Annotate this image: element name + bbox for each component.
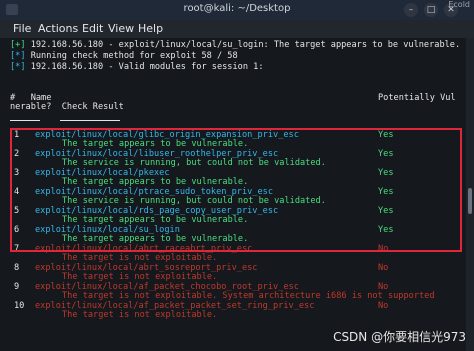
maximize-button[interactable]: □ <box>424 3 438 17</box>
check-result-detail: The target is not exploitable. System ar… <box>62 291 435 301</box>
header-underline <box>10 120 40 121</box>
minimize-button[interactable]: – <box>404 3 418 17</box>
check-result-detail: The target is not exploitable. <box>62 253 218 263</box>
header-underline <box>60 120 120 121</box>
check-result-detail: The target is not exploitable. <box>62 272 218 282</box>
scrollbar[interactable] <box>466 38 474 351</box>
window-titlebar: root@kali: ~/Desktop – □ ✕ Ecold <box>0 0 474 21</box>
watermark: CSDN @你要相信光973 <box>333 330 466 344</box>
check-result-detail: The target is not exploitable. <box>62 310 218 320</box>
output-line-2: [*] Running check method for exploit 58 … <box>10 51 238 62</box>
menu-actions[interactable]: Actions <box>38 22 78 35</box>
output-text: 192.168.56.180 - exploit/linux/local/su_… <box>25 40 461 50</box>
scrollbar-thumb[interactable] <box>468 188 472 214</box>
row-number: 9 <box>14 282 20 292</box>
result-badge: No <box>378 263 389 273</box>
status-prefix: [*] <box>10 51 26 61</box>
menu-file[interactable]: File <box>13 22 31 35</box>
output-text: 192.168.56.180 - Valid modules for sessi… <box>25 62 264 72</box>
output-line-3: [*] 192.168.56.180 - Valid modules for s… <box>10 62 264 73</box>
menu-bar: File Actions Edit View Help <box>0 20 474 38</box>
highlight-box <box>10 128 462 252</box>
menu-view[interactable]: View <box>108 22 134 35</box>
terminal-output[interactable]: [+] 192.168.56.180 - exploit/linux/local… <box>0 38 466 351</box>
corner-label: Ecold <box>448 0 470 9</box>
table-header-line2: nerable? Check Result <box>10 102 124 112</box>
menu-edit[interactable]: Edit <box>82 22 103 35</box>
window-title: root@kali: ~/Desktop <box>183 3 291 14</box>
result-badge: No <box>378 301 389 311</box>
table-header-potentially: Potentially Vul <box>378 93 456 103</box>
row-number: 8 <box>14 263 20 273</box>
menu-help[interactable]: Help <box>138 22 163 35</box>
output-text: Running check method for exploit 58 / 58 <box>25 51 238 61</box>
row-number: 10 <box>14 301 25 311</box>
status-prefix: [*] <box>10 62 26 72</box>
output-line-1: [+] 192.168.56.180 - exploit/linux/local… <box>10 40 460 51</box>
status-prefix: [+] <box>10 40 26 50</box>
